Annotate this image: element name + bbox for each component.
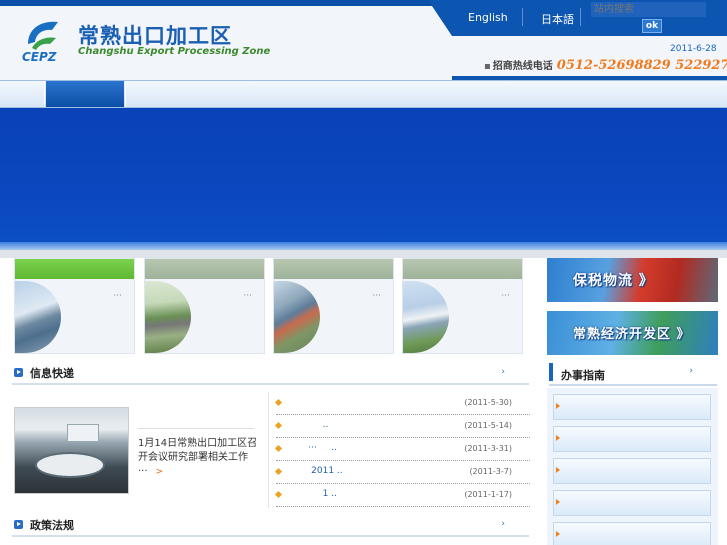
news-column-divider: [268, 392, 269, 508]
hotline-label: 招商热线电话: [492, 61, 553, 72]
feature-card-more[interactable]: ···: [243, 291, 252, 301]
news-item-date: (2011-1-17): [464, 490, 512, 499]
hotline-bullet: ▪: [484, 61, 491, 72]
topbar-divider: [580, 8, 581, 26]
search-ok-button[interactable]: ok: [642, 19, 662, 33]
japanese-link[interactable]: 日本語: [541, 11, 574, 27]
news-item-title[interactable]: ..: [294, 420, 329, 430]
featured-divider: [138, 428, 254, 429]
news-item-title[interactable]: ··· ..: [294, 443, 337, 453]
arrow-right-icon: [556, 467, 560, 473]
feature-card-photo[interactable]: [274, 281, 320, 353]
site-header: CEPZ 常熟出口加工区 Changshu Export Processing …: [0, 0, 727, 80]
guide-section-title: 办事指南: [561, 369, 605, 382]
arrow-right-icon: [556, 435, 560, 441]
nav-item-active[interactable]: [46, 81, 124, 107]
feature-card-header: [403, 259, 522, 279]
hotline: ▪招商热线电话0512-52698829 52292757: [484, 57, 727, 73]
policy-more-link[interactable]: ›: [501, 519, 505, 529]
news-item-date: (2011-3-7): [469, 467, 512, 476]
feature-card-photo[interactable]: [15, 281, 61, 353]
side-banner-label: 常熟经济开发区 》: [573, 327, 691, 342]
topbar-slant: [428, 0, 452, 36]
news-section-title: 信息快递: [30, 367, 74, 380]
feature-card-header: [274, 259, 393, 279]
bullet-icon: [274, 421, 283, 430]
feature-card-photo[interactable]: [145, 281, 191, 353]
guide-section-header: 办事指南 ›: [549, 362, 717, 386]
photo-table: [35, 452, 105, 478]
guide-more-link[interactable]: ›: [689, 366, 693, 376]
news-item-date: (2011-3-31): [464, 444, 512, 453]
logo-wordmark: CEPZ: [22, 50, 57, 64]
news-more-link[interactable]: ›: [501, 367, 505, 377]
featured-news-summary[interactable]: 1月14日常熟出口加工区召开会议研究部署相关工作··· >: [138, 437, 262, 479]
search-input[interactable]: [591, 2, 706, 17]
photo-screen: [67, 424, 99, 442]
bullet-icon: [274, 398, 283, 407]
feature-card-more[interactable]: ···: [372, 291, 381, 301]
hero-banner: [0, 108, 727, 248]
policy-section-header: 政策法规 ›: [12, 515, 529, 537]
feature-card-header: [15, 259, 134, 279]
guide-list-item[interactable]: [553, 522, 711, 545]
news-item[interactable]: .. (2011-5-14): [274, 415, 530, 438]
bullet-icon: [274, 490, 283, 499]
feature-card-header: [145, 259, 264, 279]
news-section-header: 信息快递 ›: [12, 363, 529, 385]
section-marker: [549, 363, 553, 381]
content-divider: [0, 250, 727, 258]
nav-bar-rest: [125, 81, 727, 107]
news-item-date: (2011-5-30): [464, 398, 512, 407]
policy-section-title: 政策法规: [30, 519, 74, 532]
guide-list-item[interactable]: [553, 458, 711, 484]
dev-zone-banner[interactable]: 常熟经济开发区 》: [547, 311, 718, 355]
news-item-title[interactable]: 1 ..: [294, 489, 337, 499]
hero-banner-footer: [0, 242, 727, 250]
feature-card[interactable]: ···: [14, 258, 135, 354]
topbar-divider: [522, 8, 523, 26]
feature-card[interactable]: ···: [402, 258, 523, 354]
arrow-right-icon: [556, 499, 560, 505]
bullet-icon: [274, 467, 283, 476]
feature-card-more[interactable]: ···: [501, 291, 510, 301]
section-bullet-icon: [14, 520, 23, 529]
guide-list-item[interactable]: [553, 394, 711, 420]
bonded-logistics-banner[interactable]: 保税物流 》: [547, 258, 718, 302]
guide-list-item[interactable]: [553, 426, 711, 452]
featured-news-photo[interactable]: [14, 407, 129, 494]
guide-list: [547, 388, 718, 545]
news-item[interactable]: (2011-5-30): [274, 392, 530, 415]
hotline-numbers: 0512-52698829 52292757: [556, 58, 727, 73]
feature-card[interactable]: ···: [144, 258, 265, 354]
nav-item-home[interactable]: [0, 81, 45, 107]
news-item-date: (2011-5-14): [464, 421, 512, 430]
feature-card[interactable]: ···: [273, 258, 394, 354]
featured-news-more[interactable]: >: [156, 467, 164, 477]
news-item[interactable]: 2011 .. (2011-3-7): [274, 461, 530, 484]
main-nav: [0, 80, 727, 108]
news-item[interactable]: ··· .. (2011-3-31): [274, 438, 530, 461]
english-link[interactable]: English: [468, 11, 508, 24]
guide-list-item[interactable]: [553, 490, 711, 516]
site-subtitle: Changshu Export Processing Zone: [78, 46, 271, 57]
arrow-right-icon: [556, 531, 560, 537]
feature-card-photo[interactable]: [403, 281, 449, 353]
news-item[interactable]: 1 .. (2011-1-17): [274, 484, 530, 507]
arrow-right-icon: [556, 403, 560, 409]
news-item-title[interactable]: 2011 ..: [294, 466, 343, 476]
side-banner-label: 保税物流 》: [573, 273, 654, 289]
feature-card-more[interactable]: ···: [113, 291, 122, 301]
bullet-icon: [274, 444, 283, 453]
current-date: 2011-6-28: [670, 44, 717, 54]
section-bullet-icon: [14, 368, 23, 377]
